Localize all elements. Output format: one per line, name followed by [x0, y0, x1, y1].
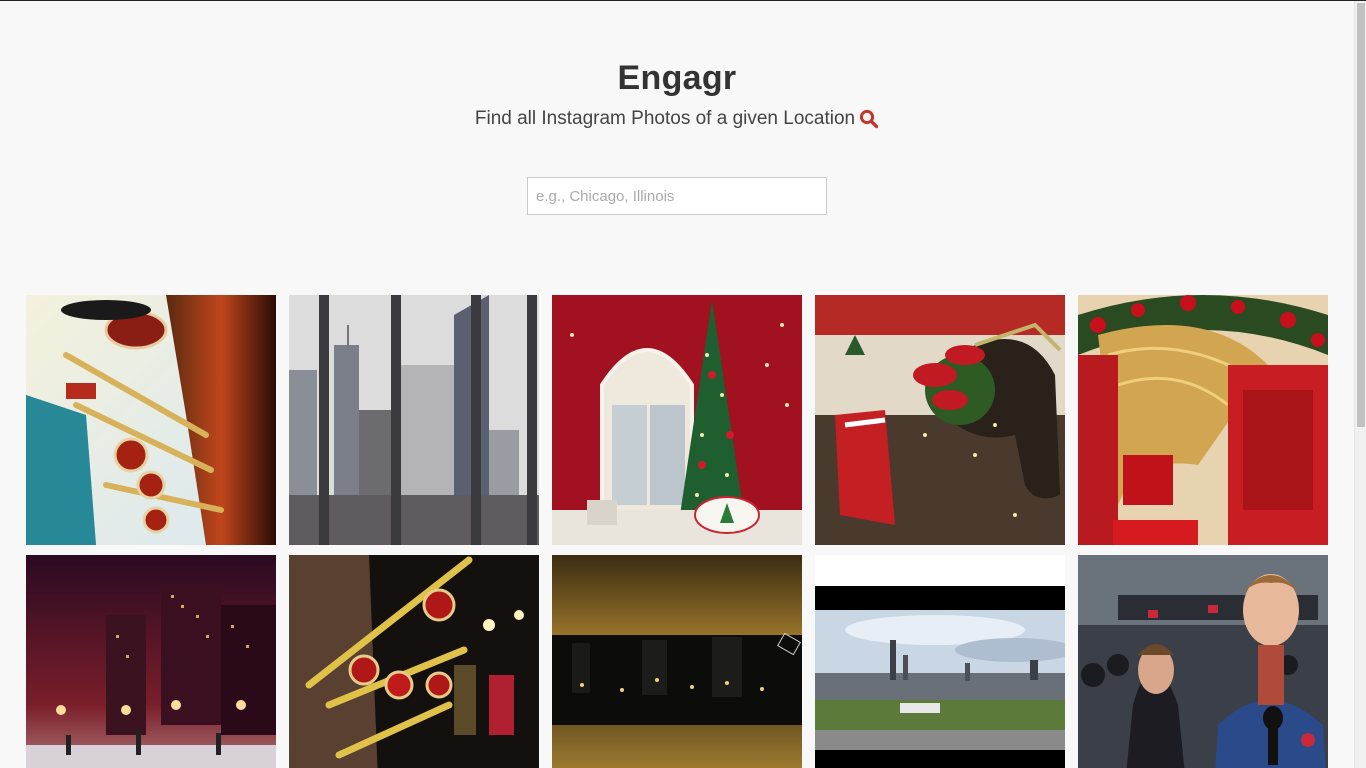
photo-tile[interactable] — [815, 555, 1065, 768]
location-search-input[interactable] — [527, 177, 827, 215]
photo-tile[interactable] — [815, 295, 1065, 545]
subtitle-text: Find all Instagram Photos of a given Loc… — [474, 108, 856, 129]
photo-skyline-night-blur-image — [552, 555, 802, 768]
photo-grid — [26, 295, 1328, 768]
scrollbar-thumb[interactable] — [1357, 3, 1365, 427]
photo-tile[interactable] — [26, 555, 276, 768]
photo-tile[interactable] — [26, 295, 276, 545]
photo-tile[interactable] — [1078, 555, 1328, 768]
photo-tile[interactable] — [289, 295, 539, 545]
photo-tile[interactable] — [552, 555, 802, 768]
photo-tile[interactable] — [552, 295, 802, 545]
photo-tile[interactable] — [1078, 295, 1328, 545]
search-icon — [859, 109, 879, 129]
photo-chicago-skyline-gray-image — [289, 295, 539, 545]
photo-red-gold-display-image — [1078, 295, 1328, 545]
page-title: Engagr — [617, 59, 737, 97]
photo-premiere-crowd-image — [1078, 555, 1328, 768]
photo-christmas-tree-window-image — [552, 295, 802, 545]
photo-macys-trumpets-day-image — [26, 295, 276, 545]
photo-skyline-panorama-image — [815, 555, 1065, 768]
photo-tile[interactable] — [289, 555, 539, 768]
page-subtitle: Find all Instagram Photos of a given Loc… — [0, 108, 1354, 130]
photo-macys-trumpets-night-image — [289, 555, 539, 768]
photo-ice-rink-night-image — [26, 555, 276, 768]
photo-horse-poinsettia-image — [815, 295, 1065, 545]
page-scrollbar[interactable] — [1354, 1, 1366, 768]
page: Engagr Find all Instagram Photos of a gi… — [0, 1, 1354, 768]
